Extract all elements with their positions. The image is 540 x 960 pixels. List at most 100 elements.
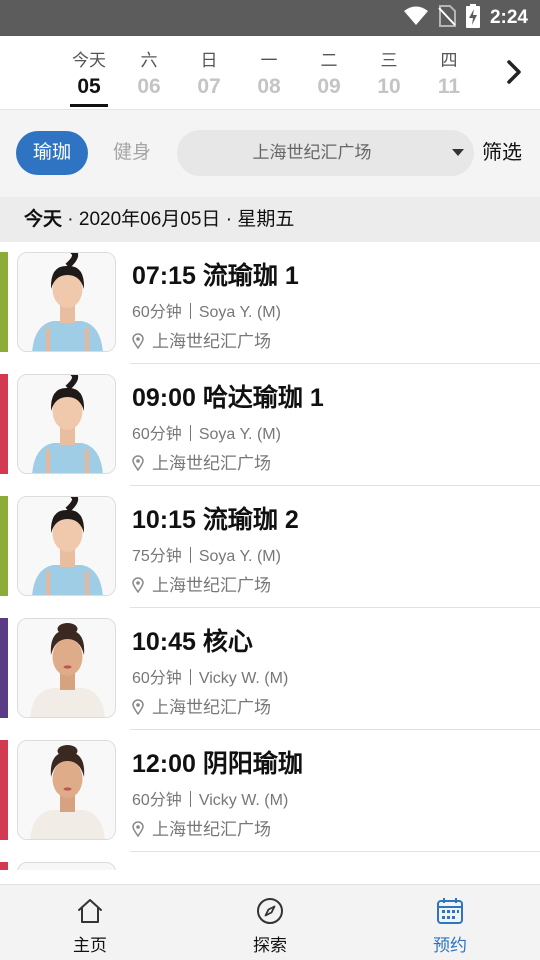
app-root: 2:24 今天 05 六 06 日 07 一 08 二 09 三 10 四 11… — [0, 0, 540, 960]
nav-home[interactable]: 主页 — [0, 885, 180, 960]
day-tab[interactable]: 四 11 — [419, 36, 479, 110]
day-number: 05 — [77, 75, 101, 98]
location-select[interactable]: 上海世纪汇广场 — [177, 130, 474, 176]
day-weekday: 二 — [320, 51, 338, 70]
day-weekday: 六 — [140, 51, 158, 70]
compass-icon — [256, 897, 284, 925]
filter-button[interactable]: 筛选 — [482, 131, 522, 175]
class-row[interactable]: 09:00 哈达瑜珈 1 60分钟 Soya Y. (M) 上海世纪汇广场 — [0, 364, 540, 486]
nav-explore[interactable]: 探索 — [180, 885, 360, 960]
class-row[interactable]: 10:15 流瑜珈 2 75分钟 Soya Y. (M) 上海世纪汇广场 — [0, 486, 540, 608]
instructor-avatar — [17, 618, 116, 718]
location-pin-icon — [132, 699, 144, 720]
day-number: 07 — [197, 75, 221, 98]
location-pin-icon — [132, 577, 144, 598]
day-tab[interactable]: 一 08 — [239, 36, 299, 110]
class-instructor: Soya Y. (M) — [198, 426, 281, 443]
instructor-avatar — [17, 862, 116, 870]
location-select-value: 上海世纪汇广场 — [252, 143, 372, 162]
class-location-text: 上海世纪汇广场 — [152, 332, 271, 351]
instructor-avatar — [17, 252, 116, 352]
location-pin-icon — [132, 821, 144, 842]
day-number: 11 — [437, 75, 461, 98]
class-row[interactable]: 10:45 核心 60分钟 Vicky W. (M) 上海世纪汇广场 — [0, 608, 540, 730]
day-tab[interactable]: 日 07 — [179, 36, 239, 110]
day-weekday: 一 — [260, 51, 278, 70]
class-name: 阴阳瑜珈 — [202, 750, 303, 778]
day-number: 09 — [317, 75, 341, 98]
no-sim-icon — [438, 4, 456, 32]
class-time: 09:00 — [132, 384, 196, 412]
class-duration: 60分钟 — [132, 670, 182, 687]
class-color-bar — [0, 496, 8, 596]
nav-home-label: 主页 — [73, 936, 107, 955]
class-name: 流瑜珈 2 — [202, 506, 299, 534]
wifi-icon — [403, 6, 428, 31]
tab-yoga[interactable]: 瑜珈 — [16, 131, 88, 175]
class-row[interactable]: 12:00 阴阳瑜珈 60分钟 Vicky W. (M) 上海世纪汇广场 — [0, 730, 540, 852]
location-pin-icon — [132, 455, 144, 476]
instructor-avatar — [17, 496, 116, 596]
class-location: 上海世纪汇广场 — [132, 571, 271, 598]
class-duration: 60分钟 — [132, 792, 182, 809]
class-meta: 60分钟 Vicky W. (M) — [132, 786, 288, 810]
class-time: 10:15 — [132, 506, 196, 534]
class-title: 10:15 流瑜珈 2 — [132, 500, 299, 536]
day-weekday: 四 — [440, 51, 458, 70]
date-header-date: · 2020年06月05日 · 星期五 — [62, 209, 295, 230]
class-list[interactable]: 07:15 流瑜珈 1 60分钟 Soya Y. (M) 上海世纪汇广场 09:0… — [0, 242, 540, 870]
nav-booking-label: 预约 — [433, 936, 467, 955]
class-location: 上海世纪汇广场 — [132, 693, 271, 720]
class-name: 哈达瑜珈 1 — [202, 384, 324, 412]
date-strip: 今天 05 六 06 日 07 一 08 二 09 三 10 四 11 — [0, 36, 540, 110]
class-location-text: 上海世纪汇广场 — [152, 698, 271, 717]
class-meta: 60分钟 Vicky W. (M) — [132, 664, 288, 688]
class-location: 上海世纪汇广场 — [132, 815, 271, 842]
tab-fitness[interactable]: 健身 — [96, 131, 168, 175]
day-tab[interactable]: 六 06 — [119, 36, 179, 110]
calendar-icon — [436, 897, 464, 925]
day-selected-underline — [70, 104, 108, 107]
class-name: 核心 — [202, 628, 253, 656]
class-color-bar — [0, 252, 8, 352]
class-location: 上海世纪汇广场 — [132, 327, 271, 354]
class-duration: 60分钟 — [132, 304, 182, 321]
instructor-avatar — [17, 740, 116, 840]
class-color-bar — [0, 618, 8, 718]
filter-bar: 瑜珈 健身 上海世纪汇广场 筛选 — [0, 110, 540, 197]
date-header-today: 今天 — [24, 209, 63, 230]
class-row[interactable]: 07:15 流瑜珈 1 60分钟 Soya Y. (M) 上海世纪汇广场 — [0, 242, 540, 364]
class-meta: 75分钟 Soya Y. (M) — [132, 542, 281, 566]
class-meta: 60分钟 Soya Y. (M) — [132, 298, 281, 322]
class-color-bar — [0, 740, 8, 840]
class-meta: 60分钟 Soya Y. (M) — [132, 420, 281, 444]
class-title: 07:15 流瑜珈 1 — [132, 256, 299, 292]
class-time: 07:15 — [132, 262, 196, 290]
class-location-text: 上海世纪汇广场 — [152, 820, 271, 839]
class-row[interactable] — [0, 852, 540, 870]
day-number: 08 — [257, 75, 281, 98]
class-name: 流瑜珈 1 — [202, 262, 299, 290]
instructor-avatar — [17, 374, 116, 474]
class-duration: 75分钟 — [132, 548, 182, 565]
chevron-right-icon[interactable] — [500, 58, 528, 86]
class-instructor: Soya Y. (M) — [198, 548, 281, 565]
class-instructor: Vicky W. (M) — [198, 670, 289, 687]
class-location-text: 上海世纪汇广场 — [152, 454, 271, 473]
status-time: 2:24 — [489, 7, 528, 28]
class-title: 12:00 阴阳瑜珈 — [132, 744, 303, 780]
day-tab[interactable]: 二 09 — [299, 36, 359, 110]
day-weekday: 日 — [200, 51, 218, 70]
day-tab[interactable]: 三 10 — [359, 36, 419, 110]
class-time: 10:45 — [132, 628, 196, 656]
class-location-text: 上海世纪汇广场 — [152, 576, 271, 595]
location-pin-icon — [132, 333, 144, 354]
battery-charging-icon — [465, 3, 480, 33]
bottom-nav: 主页 探索 预约 — [0, 884, 540, 960]
class-color-bar — [0, 374, 8, 474]
class-time: 12:00 — [132, 750, 196, 778]
class-location: 上海世纪汇广场 — [132, 449, 271, 476]
day-weekday: 今天 — [72, 51, 106, 70]
nav-booking[interactable]: 预约 — [360, 885, 540, 960]
day-tab[interactable]: 今天 05 — [59, 36, 119, 110]
